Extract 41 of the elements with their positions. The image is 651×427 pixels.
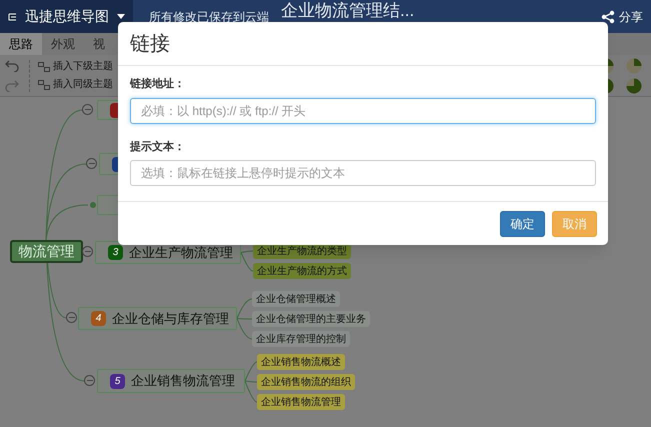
priority-icon: 4 <box>91 311 106 326</box>
priority-icon: 5 <box>110 374 125 388</box>
subtopic[interactable]: 企业库存管理的控制 <box>252 331 350 347</box>
input-field[interactable]: 选填：鼠标在链接上悬停时提示的文本 <box>130 160 596 186</box>
topic-icon <box>38 80 50 90</box>
branch-topic[interactable]: 4 企业仓储与库存管理 <box>78 307 237 330</box>
insert-topic-button[interactable]: 插入下级主题 <box>38 59 113 74</box>
collapse-icon[interactable] <box>82 104 93 115</box>
topic-icon <box>38 62 50 72</box>
subtopic[interactable]: 企业销售物流的组织 <box>257 374 355 390</box>
redo-icon[interactable] <box>5 80 19 92</box>
priority-icon: 3 <box>108 245 123 260</box>
subtopic[interactable]: 企业生产物流的方式 <box>253 263 351 279</box>
field-label: 提示文本： <box>130 140 186 155</box>
ribbon-tab[interactable]: 思路 <box>0 33 42 55</box>
subtopic[interactable]: 企业销售物流管理 <box>257 394 345 410</box>
dialog-title: 链接 <box>130 32 170 57</box>
input-field[interactable]: 必填：以 http(s):// 或 ftp:// 开头 <box>130 98 596 124</box>
topic-label: 企业生产物流管理 <box>129 244 233 262</box>
subtopic[interactable]: 企业仓储管理概述 <box>252 291 340 307</box>
subtopic[interactable]: 企业仓储管理的主要业务 <box>252 311 370 327</box>
app-menu[interactable]: 迅捷思维导图 <box>0 0 133 33</box>
share-link[interactable]: 分享 <box>619 8 643 26</box>
undo-icon[interactable] <box>5 60 19 72</box>
confirm-button[interactable]: 确定 <box>500 210 545 237</box>
pie-chart-icon[interactable] <box>626 58 642 74</box>
collapse-icon[interactable] <box>86 158 97 169</box>
topic-label: 企业销售物流管理 <box>131 372 235 390</box>
field-label: 链接地址： <box>130 76 186 92</box>
collapse-icon[interactable] <box>84 375 95 386</box>
subtopic[interactable]: 企业销售物流概述 <box>257 354 345 370</box>
document-title: 企业物流管理结... <box>281 2 414 20</box>
collapse-icon[interactable] <box>82 246 93 257</box>
share-icon[interactable] <box>601 10 615 24</box>
topic-label: 企业仓储与库存管理 <box>112 310 229 328</box>
branch-topic[interactable]: 5 企业销售物流管理 <box>97 369 245 393</box>
collapse-icon[interactable] <box>66 312 77 323</box>
app-name: 迅捷思维导图 <box>25 7 109 26</box>
insert-topic-button[interactable]: 插入同级主题 <box>38 77 113 92</box>
root-topic[interactable]: 物流管理 <box>10 240 83 263</box>
pie-chart-icon[interactable] <box>626 78 642 94</box>
